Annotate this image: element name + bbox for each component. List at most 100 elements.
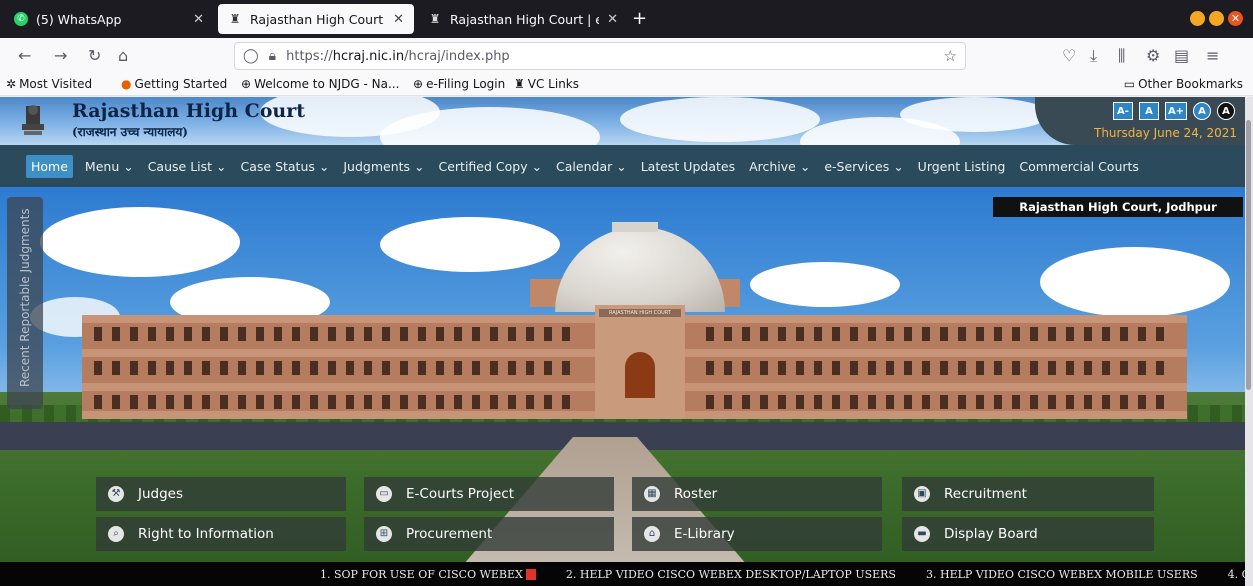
library-icon[interactable]: ⫼ [1118, 46, 1125, 66]
building-window [112, 395, 120, 409]
building-window [778, 361, 786, 375]
building-window [958, 361, 966, 375]
building-window [256, 361, 264, 375]
new-tab-icon[interactable]: + [632, 8, 647, 29]
building-window [958, 327, 966, 341]
contrast-dark-button[interactable]: A [1217, 102, 1235, 120]
quick-link-recruitment[interactable]: ▣ Recruitment [902, 477, 1154, 511]
reload-icon[interactable]: ↻ [88, 46, 101, 65]
back-icon[interactable]: ← [18, 46, 31, 65]
building-window [130, 327, 138, 341]
maximize-icon[interactable] [1209, 11, 1224, 26]
building-window [724, 395, 732, 409]
building-window [508, 361, 516, 375]
building-window [1102, 327, 1110, 341]
tab-label: (5) WhatsApp [36, 11, 122, 27]
board-icon: ▬ [914, 526, 930, 542]
cloud [380, 217, 560, 272]
contrast-light-button[interactable]: A [1193, 102, 1211, 120]
building-window [292, 395, 300, 409]
extension-icon[interactable]: ⚙ [1146, 46, 1160, 65]
tab-rajasthan-high-court[interactable]: ♜ Rajasthan High Court ✕ [218, 4, 414, 34]
entrance-door [625, 352, 655, 398]
building-window [1030, 327, 1038, 341]
building-window [418, 361, 426, 375]
menu-certified-copy[interactable]: Certified Copy ⌄ [438, 159, 542, 174]
building-window [112, 361, 120, 375]
close-icon[interactable]: ✕ [193, 12, 204, 27]
recent-judgments-label: Recent Reportable Judgments [18, 208, 32, 387]
ticker-item[interactable]: 2. HELP VIDEO CISCO WEBEX DESKTOP/LAPTOP… [566, 568, 896, 581]
menu-calendar[interactable]: Calendar ⌄ [556, 159, 627, 174]
building-window [202, 395, 210, 409]
building-window [1030, 361, 1038, 375]
sidebar-icon[interactable]: ▤ [1174, 46, 1189, 65]
bookmark-getting-started[interactable]: ● Getting Started [121, 77, 227, 91]
web-page: Rajasthan High Court (राजस्थान उच्च न्या… [0, 97, 1245, 586]
building-window [256, 395, 264, 409]
minimize-icon[interactable] [1190, 11, 1205, 26]
quick-link-ecourts[interactable]: ▭ E-Courts Project [364, 477, 614, 511]
menu-latest-updates[interactable]: Latest Updates [641, 159, 735, 174]
building-window [940, 395, 948, 409]
building-window [868, 327, 876, 341]
bookmark-most-visited[interactable]: ✲ Most Visited [6, 77, 92, 91]
building-window [1084, 361, 1092, 375]
url-bar[interactable]: ◯ 🔒︎ https://hcraj.nic.in/hcraj/index.ph… [234, 42, 966, 70]
tab-whatsapp[interactable]: ✆ (5) WhatsApp ✕ [4, 4, 214, 34]
menu-urgent-listing[interactable]: Urgent Listing [918, 159, 1006, 174]
other-bookmarks[interactable]: ▭ Other Bookmarks [1124, 77, 1243, 91]
building-sign: RAJASTHAN HIGH COURT [599, 309, 681, 317]
ticker-item[interactable]: 4. C [1228, 568, 1245, 581]
main-menu: Home Menu ⌄ Cause List ⌄ Case Status ⌄ J… [0, 145, 1245, 187]
building-window [724, 361, 732, 375]
url-path: /hcraj/index.php [404, 48, 510, 64]
building-window [922, 395, 930, 409]
quick-link-judges[interactable]: ⚒ Judges [96, 477, 346, 511]
tab-label: Rajasthan High Court [250, 11, 384, 27]
menu-commercial-courts[interactable]: Commercial Courts [1019, 159, 1139, 174]
font-normal-button[interactable]: A [1139, 102, 1159, 120]
building-window [832, 327, 840, 341]
pocket-icon[interactable]: ♡ [1062, 46, 1076, 65]
menu-cause-list[interactable]: Cause List ⌄ [148, 159, 227, 174]
building-window [220, 395, 228, 409]
building-window [184, 395, 192, 409]
menu-e-services[interactable]: e-Services ⌄ [824, 159, 903, 174]
scrollbar-thumb[interactable] [1246, 120, 1251, 390]
close-icon[interactable]: ✕ [607, 12, 618, 27]
building-window [148, 395, 156, 409]
building-window [112, 327, 120, 341]
forward-icon[interactable]: → [54, 46, 67, 65]
bookmark-vc-links[interactable]: ♜ VC Links [514, 77, 579, 91]
download-icon[interactable]: ⤓ [1090, 46, 1097, 66]
menu-case-status[interactable]: Case Status ⌄ [241, 159, 330, 174]
ticker-item[interactable]: 3. HELP VIDEO CISCO WEBEX MOBILE USERS [926, 568, 1198, 581]
quick-link-display-board[interactable]: ▬ Display Board [902, 517, 1154, 551]
emblem-logo[interactable] [18, 102, 48, 138]
site-title[interactable]: Rajasthan High Court [72, 100, 305, 122]
menu-judgments[interactable]: Judgments ⌄ [343, 159, 424, 174]
font-decrease-button[interactable]: A- [1113, 102, 1133, 120]
quick-link-elibrary[interactable]: ⌂ E-Library [632, 517, 882, 551]
building-window [760, 327, 768, 341]
menu-archive[interactable]: Archive ⌄ [749, 159, 810, 174]
tab-efiling[interactable]: ♜ Rajasthan High Court | e-F ✕ [418, 4, 628, 34]
menu-icon[interactable]: ≡ [1206, 46, 1219, 65]
font-increase-button[interactable]: A+ [1165, 102, 1187, 120]
star-icon[interactable]: ☆ [944, 47, 957, 65]
ticker-item[interactable]: 1. SOP FOR USE OF CISCO WEBEX [320, 568, 536, 581]
quick-link-roster[interactable]: ▦ Roster [632, 477, 882, 511]
home-icon[interactable]: ⌂ [118, 46, 128, 65]
menu-menu[interactable]: Menu ⌄ [85, 159, 134, 174]
hero-image: RAJASTHAN HIGH COURT Rajasthan High Cour… [0, 187, 1245, 586]
menu-home[interactable]: Home [26, 154, 73, 178]
quick-link-procurement[interactable]: ⊞ Procurement [364, 517, 614, 551]
quick-link-rti[interactable]: ⌕ Right to Information [96, 517, 346, 551]
close-icon[interactable]: ✕ [393, 12, 404, 27]
building-window [1084, 395, 1092, 409]
bookmark-efiling[interactable]: ⊕ e-Filing Login [413, 77, 505, 91]
building-window [202, 327, 210, 341]
bookmark-njdg[interactable]: ⊕ Welcome to NJDG - Na... [241, 77, 399, 91]
window-close-icon[interactable]: ✕ [1228, 11, 1243, 26]
